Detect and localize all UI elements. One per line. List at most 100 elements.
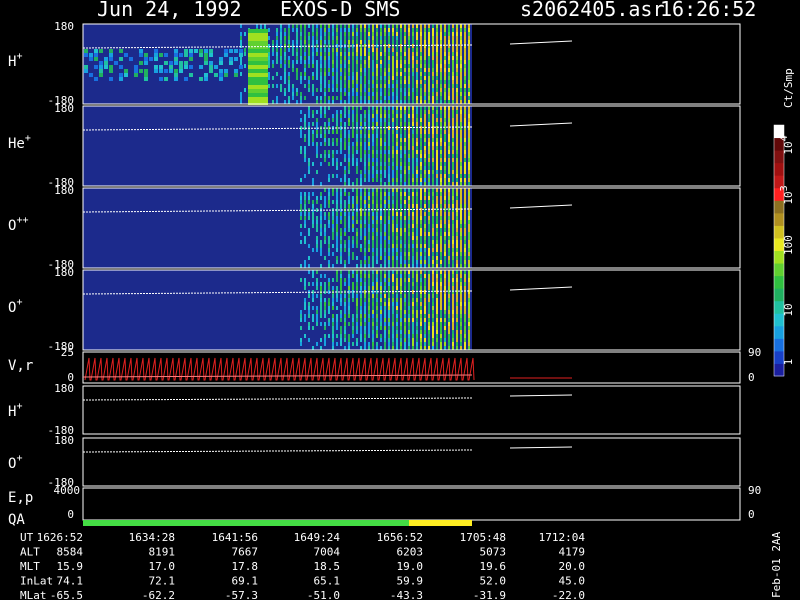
- spectrogram-cell: [376, 204, 378, 208]
- spectrogram-cell: [336, 52, 338, 56]
- spectrogram-cell: [344, 204, 346, 208]
- spectrogram-cell: [364, 188, 366, 192]
- spectrogram-cell: [396, 48, 398, 52]
- spectrogram-cell: [380, 162, 382, 166]
- spectrogram-cell: [460, 188, 462, 192]
- spectrogram-cell: [432, 146, 434, 150]
- ephem-value: 1626:52: [37, 531, 83, 544]
- spectrogram-cell: [360, 216, 362, 220]
- spectrogram-cell: [380, 130, 382, 134]
- spectrogram-cell: [400, 302, 402, 306]
- spectrogram-cell: [444, 146, 446, 150]
- spectrogram-cell: [436, 64, 438, 68]
- spectrogram-cell: [412, 200, 414, 204]
- spectrogram-cell: [328, 178, 330, 182]
- spectrogram-cell: [276, 32, 278, 36]
- spectrogram-cell: [460, 310, 462, 314]
- spectrogram-cell: [400, 248, 402, 252]
- spectrogram-cell: [352, 322, 354, 326]
- spectrogram-cell: [416, 92, 418, 96]
- spectrogram-cell: [288, 84, 290, 88]
- spectrogram-cell: [460, 306, 462, 310]
- spectrogram-cell: [420, 196, 422, 200]
- spectrogram-cell: [360, 236, 362, 240]
- spectrogram-cell: [336, 286, 338, 290]
- spectrogram-cell: [372, 342, 374, 346]
- spectrogram-cell: [432, 232, 434, 236]
- spectrogram-cell: [324, 188, 326, 192]
- spectrogram-cell: [440, 166, 442, 170]
- spectrogram-cell: [464, 76, 466, 80]
- spectrogram-cell: [360, 310, 362, 314]
- spectrogram-cell: [316, 196, 318, 200]
- spectrogram-cell: [312, 130, 314, 134]
- spectrogram-cell: [460, 92, 462, 96]
- spectrogram-cell: [468, 260, 470, 264]
- spectrogram-cell: [248, 69, 268, 73]
- spectrogram-cell: [420, 170, 422, 174]
- spectrogram-cell: [416, 240, 418, 244]
- spectrogram-cell: [332, 322, 334, 326]
- spectrogram-cell: [400, 232, 402, 236]
- spectrogram-cell: [348, 96, 350, 100]
- spectrogram-cell: [380, 216, 382, 220]
- spectrogram-cell: [372, 106, 374, 110]
- spectrogram-cell: [328, 28, 330, 32]
- spectrogram-cell: [340, 244, 342, 248]
- spectrogram-cell: [348, 270, 350, 274]
- spectrogram-cell: [348, 298, 350, 302]
- spectrogram-cell: [404, 298, 406, 302]
- spectrogram-cell: [436, 138, 438, 142]
- spectrogram-cell: [424, 240, 426, 244]
- spectrogram-cell: [324, 228, 326, 232]
- spectrogram-cell: [316, 130, 318, 134]
- spectrogram-cell: [460, 60, 462, 64]
- spectrogram-cell: [408, 314, 410, 318]
- spectrogram-cell: [424, 192, 426, 196]
- spectrogram-cell: [364, 64, 366, 68]
- spectrogram-cell: [392, 146, 394, 150]
- spectrogram-cell: [408, 232, 410, 236]
- spectrogram-cell: [340, 204, 342, 208]
- spectrogram-cell: [336, 88, 338, 92]
- spectrogram-cell: [452, 252, 454, 256]
- spectrogram-cell: [444, 236, 446, 240]
- spectrogram-cell: [240, 92, 242, 96]
- spectrogram-cell: [300, 178, 302, 182]
- spectrogram-cell: [396, 122, 398, 126]
- spectrogram-cell: [448, 170, 450, 174]
- spectrogram-cell: [468, 310, 470, 314]
- spectrogram-cell: [464, 286, 466, 290]
- spectrogram-cell: [380, 92, 382, 96]
- spectrogram-cell: [292, 48, 294, 52]
- spectrogram-cell: [428, 110, 430, 114]
- spectrogram-cell: [440, 162, 442, 166]
- spectrogram-cell: [468, 200, 470, 204]
- spectrogram-cell: [448, 64, 450, 68]
- spectrogram-cell: [356, 256, 358, 260]
- panel-h: 180-180H+: [8, 20, 741, 107]
- spectrogram-cell: [352, 200, 354, 204]
- spectrogram-cell: [224, 69, 228, 73]
- spectrogram-cell: [340, 334, 342, 338]
- spectrogram-cell: [300, 130, 302, 134]
- spectrogram-cell: [324, 142, 326, 146]
- spectrogram-cell: [356, 130, 358, 134]
- spectrogram-cell: [452, 32, 454, 36]
- spectrogram-cell: [360, 60, 362, 64]
- spectrogram-cell: [412, 24, 414, 28]
- spectrogram-cell: [372, 48, 374, 52]
- spectrogram-cell: [388, 252, 390, 256]
- spectrogram-cell: [428, 130, 430, 134]
- spectrogram-cell: [384, 110, 386, 114]
- spectrogram-cell: [348, 342, 350, 346]
- panel-label-op: O+: [8, 297, 22, 316]
- spectrogram-cell: [436, 224, 438, 228]
- spectrogram-cell: [468, 342, 470, 346]
- spectrogram-cell: [428, 220, 430, 224]
- spectrogram-cell: [384, 282, 386, 286]
- spectrogram-cell: [284, 76, 286, 80]
- spectrogram-cell: [380, 36, 382, 40]
- spectrogram-cell: [428, 196, 430, 200]
- spectrogram-cell: [300, 76, 302, 80]
